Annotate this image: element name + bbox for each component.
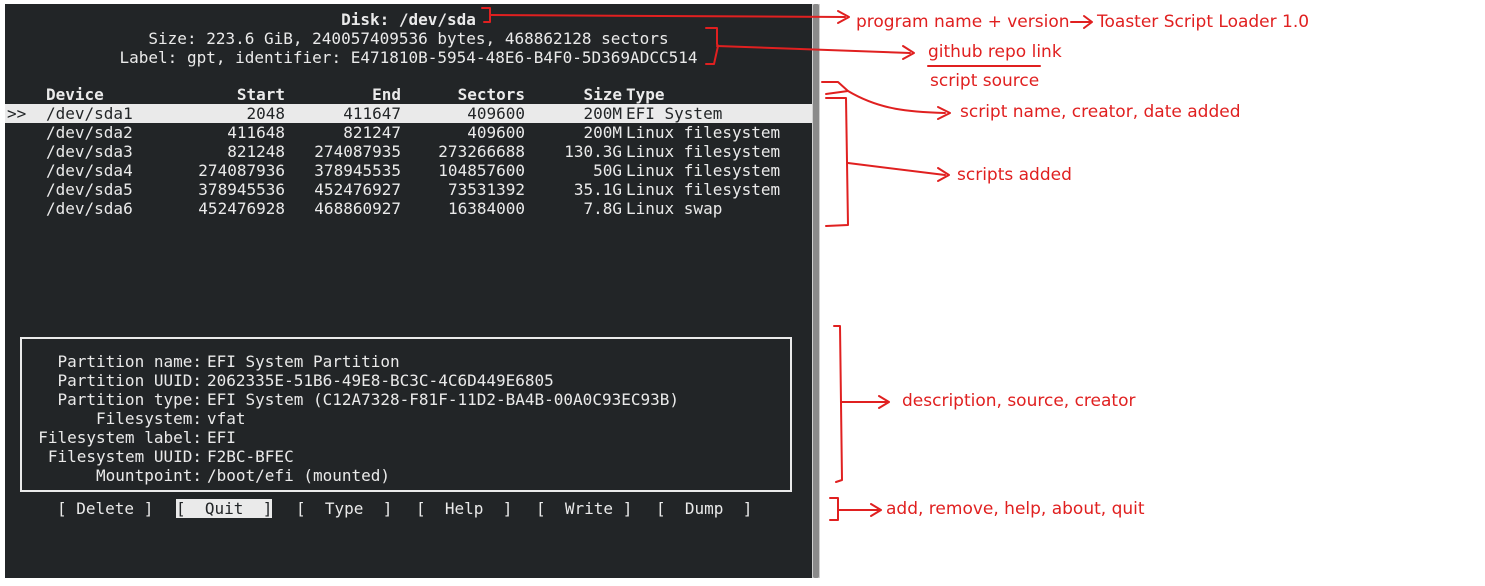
row-end: 468860927 [314, 199, 401, 218]
write-button[interactable]: [ Write ] [536, 499, 632, 518]
table-row[interactable]: >> /dev/sda1 2048 411647 409600 200M EFI… [5, 104, 812, 123]
annotation-script-source: script source [930, 71, 1040, 91]
row-start: 2048 [246, 104, 285, 123]
annotation-program-name: program name + version [856, 12, 1070, 32]
row-type: Linux filesystem [626, 123, 781, 142]
script-name-arrow-head [937, 106, 951, 120]
table-row[interactable]: /dev/sda2 411648 821247 409600 200M Linu… [5, 123, 812, 142]
annotation-description: description, source, creator [902, 391, 1136, 411]
table-row[interactable]: /dev/sda3 821248 274087935 273266688 130… [5, 142, 812, 161]
disk-size-line: Size: 223.6 GiB, 240057409536 bytes, 468… [148, 29, 669, 48]
info-label-filesystem-label: Filesystem label: [38, 428, 202, 447]
quit-button[interactable]: [ Quit ] [176, 499, 273, 518]
table-row[interactable]: /dev/sda6 452476928 468860927 16384000 7… [5, 199, 812, 218]
row-end: 452476927 [314, 180, 401, 199]
row-type: Linux filesystem [626, 161, 781, 180]
info-value-partition-uuid: 2062335E-51B6-49E8-BC3C-4C6D449E6805 [207, 371, 554, 390]
row-start: 821248 [227, 142, 285, 161]
info-value-filesystem: vfat [207, 409, 246, 428]
row-sectors: 73531392 [447, 180, 525, 199]
row-sectors: 273266688 [438, 142, 525, 161]
table-header: Device Start End Sectors Size Type [5, 85, 812, 104]
dump-button[interactable]: [ Dump ] [656, 499, 752, 518]
info-value-partition-name: EFI System Partition [207, 352, 400, 371]
row-device: /dev/sda2 [46, 123, 133, 142]
delete-button[interactable]: [ Delete ] [57, 499, 153, 518]
partition-info-panel: Partition name: EFI System Partition Par… [20, 337, 792, 492]
row-end: 821247 [343, 123, 401, 142]
annotation-program-value: Toaster Script Loader 1.0 [1097, 12, 1310, 32]
title-arrow-head [837, 10, 850, 24]
header-end: End [372, 85, 401, 104]
info-label-partition-type: Partition type: [57, 390, 203, 409]
actions-bracket [829, 497, 839, 521]
type-button[interactable]: [ Type ] [296, 499, 392, 518]
row-device: /dev/sda4 [46, 161, 133, 180]
info-value-filesystem-label: EFI [207, 428, 236, 447]
script-name-arrow-line [847, 90, 946, 114]
description-arrow-head [878, 395, 890, 409]
info-value-filesystem-uuid: F2BC-BFEC [207, 447, 294, 466]
table-row[interactable]: /dev/sda5 378945536 452476927 73531392 3… [5, 180, 812, 199]
scripts-bracket [825, 97, 849, 227]
header-type: Type [626, 85, 665, 104]
row-type: Linux swap [626, 199, 723, 218]
scrollbar-thumb[interactable] [813, 4, 819, 578]
info-label-filesystem-uuid: Filesystem UUID: [47, 447, 202, 466]
row-size: 200M [583, 123, 622, 142]
selection-marker: >> [7, 104, 27, 123]
row-start: 452476928 [198, 199, 285, 218]
github-arrow-head [902, 45, 915, 60]
scripts-arrow-line [847, 162, 946, 176]
row-device: /dev/sda6 [46, 199, 133, 218]
header-sectors: Sectors [457, 85, 525, 104]
row-type: Linux filesystem [626, 180, 781, 199]
row-size: 50G [593, 161, 622, 180]
row-size: 35.1G [573, 180, 622, 199]
scrollbar[interactable] [812, 4, 820, 578]
row-device: /dev/sda5 [46, 180, 133, 199]
table-row[interactable]: /dev/sda4 274087936 378945535 104857600 … [5, 161, 812, 180]
annotation-github: github repo link [928, 42, 1062, 62]
disk-label-line: Label: gpt, identifier: E471810B-5954-48… [119, 48, 698, 67]
header-device: Device [46, 85, 104, 104]
description-bracket [833, 325, 843, 483]
info-label-filesystem: Filesystem: [96, 409, 202, 428]
info-label-partition-uuid: Partition UUID: [57, 371, 203, 390]
row-sectors: 16384000 [447, 199, 525, 218]
row-size: 200M [583, 104, 622, 123]
header-bracket [821, 81, 849, 95]
info-value-mountpoint: /boot/efi (mounted) [207, 466, 391, 485]
row-device: /dev/sda1 [46, 104, 133, 123]
row-device: /dev/sda3 [46, 142, 133, 161]
row-end: 378945535 [314, 161, 401, 180]
row-size: 7.8G [583, 199, 622, 218]
info-value-partition-type: EFI System (C12A7328-F81F-11D2-BA4B-00A0… [207, 390, 680, 409]
row-start: 411648 [227, 123, 285, 142]
row-sectors: 409600 [467, 104, 525, 123]
row-end: 274087935 [314, 142, 401, 161]
info-label-partition-name: Partition name: [57, 352, 203, 371]
header-size: Size [583, 85, 622, 104]
info-label-mountpoint: Mountpoint: [96, 466, 202, 485]
row-type: Linux filesystem [626, 142, 781, 161]
header-start: Start [236, 85, 285, 104]
scripts-arrow-head [937, 167, 950, 182]
actions-arrow-head [870, 503, 882, 517]
terminal-window: Disk: /dev/sda Size: 223.6 GiB, 24005740… [5, 4, 812, 578]
row-end: 411647 [343, 104, 401, 123]
row-type: EFI System [626, 104, 723, 123]
program-value-arrow-head [1083, 15, 1093, 29]
annotation-script-name: script name, creator, date added [960, 102, 1241, 122]
disk-title: Disk: /dev/sda [341, 10, 476, 29]
row-start: 274087936 [198, 161, 285, 180]
row-start: 378945536 [198, 180, 285, 199]
annotation-scripts-added: scripts added [957, 165, 1072, 185]
row-sectors: 409600 [467, 123, 525, 142]
row-size: 130.3G [564, 142, 622, 161]
row-sectors: 104857600 [438, 161, 525, 180]
help-button[interactable]: [ Help ] [416, 499, 512, 518]
annotation-actions: add, remove, help, about, quit [886, 499, 1145, 519]
